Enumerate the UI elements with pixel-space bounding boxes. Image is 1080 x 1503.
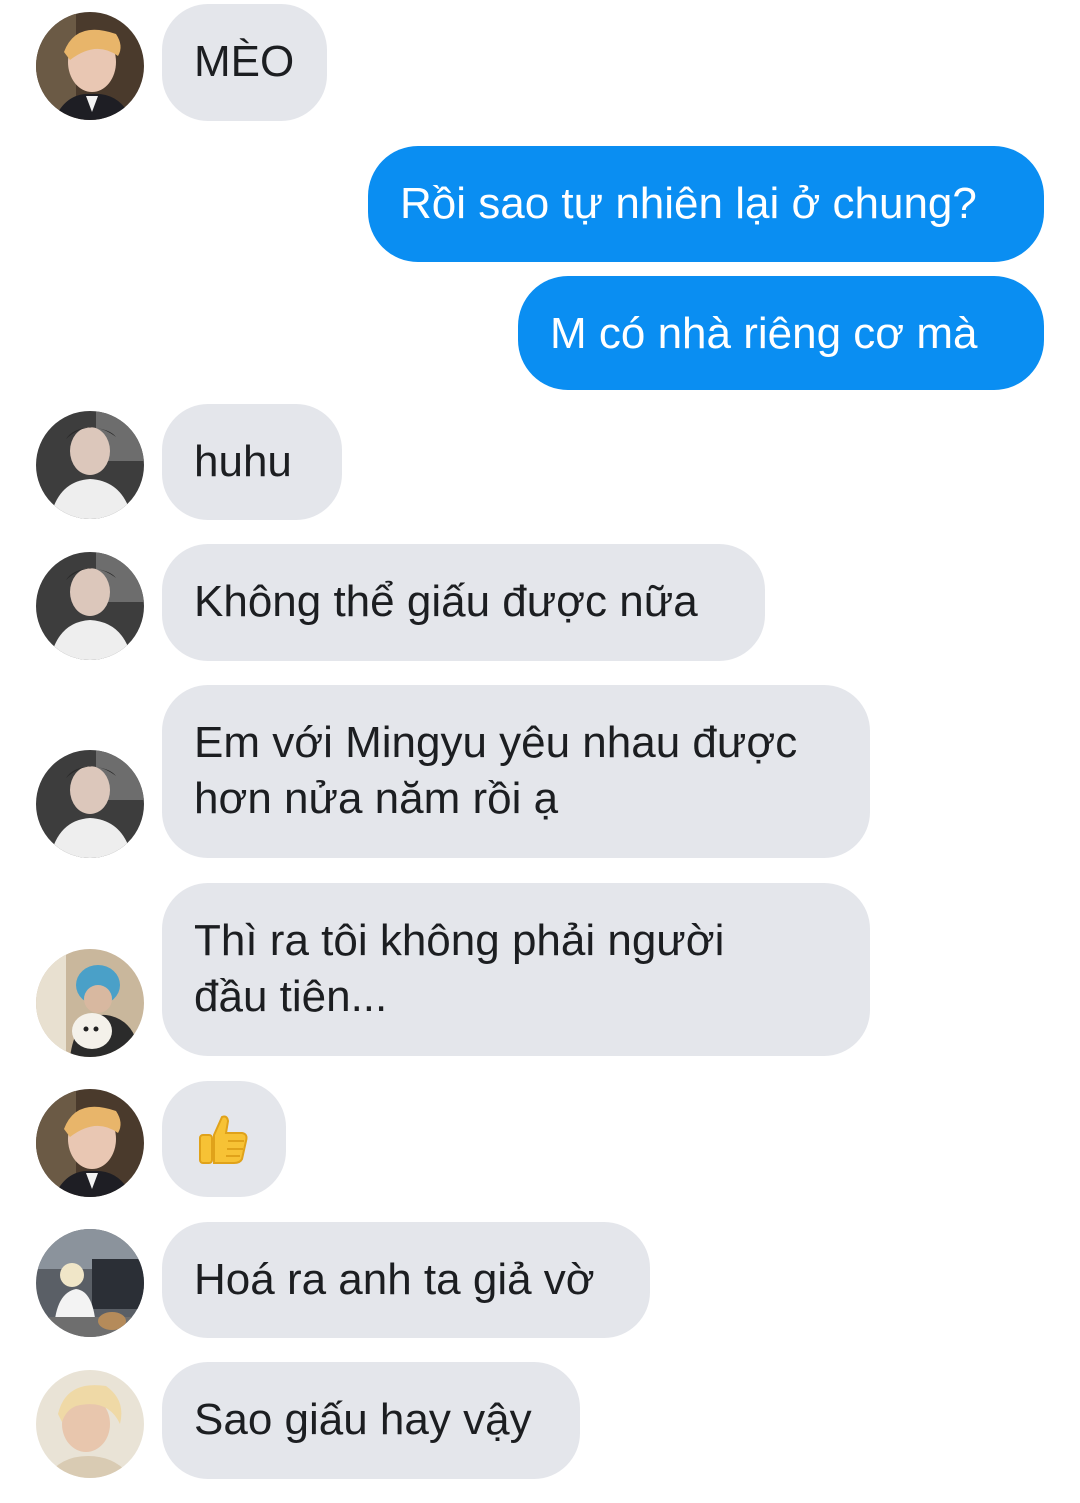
message-text: M có nhà riêng cơ mà <box>550 309 978 358</box>
message-bubble[interactable]: MÈO <box>162 4 327 121</box>
message-text: Sao giấu hay vậy <box>194 1395 532 1444</box>
avatar-blond-light[interactable] <box>36 1370 144 1478</box>
message-bubble-outgoing[interactable]: Rồi sao tự nhiên lại ở chung? <box>368 146 1044 262</box>
avatar-white-shirt[interactable] <box>36 411 144 519</box>
message-bubble[interactable]: Thì ra tôi không phải người đầu tiên... <box>162 883 870 1056</box>
message-bubble-outgoing[interactable]: M có nhà riêng cơ mà <box>518 276 1044 390</box>
message-bubble[interactable]: Không thể giấu được nữa <box>162 544 765 661</box>
message-text: huhu <box>194 437 292 486</box>
message-line: hơn nửa năm rồi ạ <box>194 774 559 823</box>
message-text: Không thể giấu được nữa <box>194 577 698 626</box>
avatar-white-shirt[interactable] <box>36 750 144 858</box>
message-text: Rồi sao tự nhiên lại ở chung? <box>400 179 977 228</box>
message-bubble[interactable]: Sao giấu hay vậy <box>162 1362 580 1479</box>
message-bubble[interactable]: Hoá ra anh ta giả vờ <box>162 1222 650 1338</box>
avatar-blue-hair-puppy[interactable] <box>36 949 144 1057</box>
message-text: MÈO <box>194 37 295 86</box>
avatar-street-dog[interactable] <box>36 1229 144 1337</box>
message-line: đầu tiên... <box>194 972 388 1021</box>
avatar-blond-suit[interactable] <box>36 1089 144 1197</box>
thumbs-up-icon <box>199 1115 248 1164</box>
message-line: Thì ra tôi không phải người <box>194 916 725 965</box>
message-bubble[interactable]: Em với Mingyu yêu nhau được hơn nửa năm … <box>162 685 870 858</box>
message-text: Hoá ra anh ta giả vờ <box>194 1255 595 1304</box>
avatar-blond-suit[interactable] <box>36 12 144 120</box>
message-bubble[interactable]: huhu <box>162 404 342 520</box>
message-line: Em với Mingyu yêu nhau được <box>194 718 798 767</box>
avatar-white-shirt[interactable] <box>36 552 144 660</box>
message-bubble[interactable] <box>162 1081 286 1197</box>
